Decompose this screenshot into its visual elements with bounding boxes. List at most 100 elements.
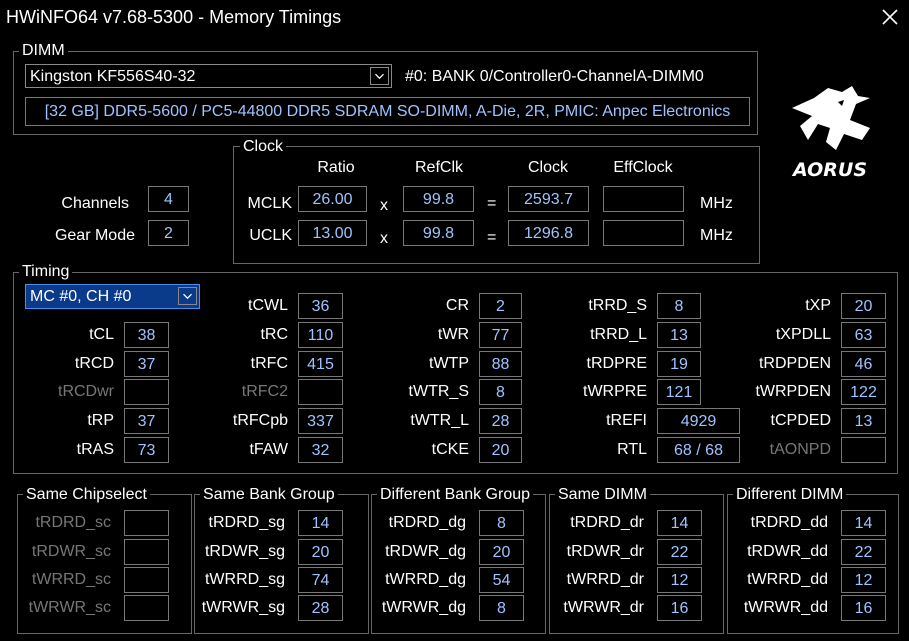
- trp-value: 37: [124, 408, 169, 434]
- tcl-value: 38: [124, 322, 169, 348]
- trcdwr-label: tRCDwr: [58, 383, 114, 400]
- gear-mode-label: Gear Mode: [54, 227, 135, 244]
- trc-value: 110: [298, 322, 343, 348]
- channel-select[interactable]: MC #0, CH #0: [25, 284, 200, 309]
- trcdwr-value: [124, 379, 169, 405]
- twrpre-label: tWRPRE: [583, 383, 647, 400]
- tcpded-value: 13: [841, 408, 886, 434]
- trdwr-sg-label: tRDWR_sg: [204, 543, 285, 560]
- trdpden-value: 46: [841, 351, 886, 377]
- txp-value: 20: [841, 293, 886, 319]
- trdwr-dd-label: tRDWR_dd: [747, 543, 828, 560]
- twrrd-dd-label: tWRRD_dd: [747, 571, 828, 588]
- twtr-s-label: tWTR_S: [408, 383, 469, 400]
- tcke-value: 20: [479, 437, 522, 463]
- txpdll-value: 63: [841, 322, 886, 348]
- trdrd-sg-value: 14: [298, 510, 343, 536]
- uclk-equals: =: [487, 229, 497, 246]
- twrrd-dd-value: 12: [841, 567, 886, 593]
- trdrd-sg-label: tRDRD_sg: [208, 514, 285, 531]
- trrd-l-label: tRRD_L: [590, 326, 647, 343]
- dimm-module-value: Kingston KF556S40-32: [30, 68, 196, 85]
- same-chipselect-group-label: Same Chipselect: [23, 486, 150, 504]
- twrwr-dg-value: 8: [479, 595, 524, 621]
- txpdll-label: tXPDLL: [775, 326, 831, 343]
- twrwr-dg-label: tWRWR_dg: [381, 599, 466, 616]
- trdwr-dr-value: 22: [657, 539, 702, 565]
- tras-label: tRAS: [76, 441, 114, 458]
- mclk-ratio: 26.00: [298, 186, 367, 212]
- tcwl-value: 36: [298, 293, 343, 319]
- tras-value: 73: [124, 437, 169, 463]
- mclk-equals: =: [487, 195, 497, 212]
- channel-select-value: MC #0, CH #0: [30, 288, 132, 305]
- gear-mode-value: 2: [148, 220, 189, 246]
- trdrd-sc-value: [124, 510, 169, 536]
- rtl-value: 68 / 68: [657, 437, 740, 463]
- trdrd-dd-value: 14: [841, 510, 886, 536]
- channels-label: Channels: [61, 195, 129, 212]
- trdwr-sg-value: 20: [298, 539, 343, 565]
- effclock-header: EffClock: [613, 159, 673, 176]
- dimm-location: #0: BANK 0/Controller0-ChannelA-DIMM0: [405, 68, 704, 85]
- dimm-module-select[interactable]: Kingston KF556S40-32: [25, 64, 392, 88]
- trdrd-sc-label: tRDRD_sc: [35, 514, 111, 531]
- twtr-l-label: tWTR_L: [410, 412, 469, 429]
- twr-value: 77: [479, 322, 522, 348]
- aorus-logo: AORUS: [791, 86, 870, 181]
- uclk-unit: MHz: [700, 227, 733, 244]
- twtr-s-value: 8: [479, 379, 522, 405]
- twrwr-dr-label: tWRWR_dr: [563, 599, 644, 616]
- twrrd-dg-label: tWRRD_dg: [385, 571, 466, 588]
- mclk-label: MCLK: [247, 195, 292, 212]
- uclk-label: UCLK: [249, 227, 292, 244]
- tfaw-value: 32: [298, 437, 343, 463]
- uclk-refclk: 99.8: [403, 220, 474, 246]
- twrwr-sc-value: [124, 595, 169, 621]
- twrpre-value: 121: [657, 379, 701, 405]
- trcd-value: 37: [124, 351, 169, 377]
- twrpden-label: tWRPDEN: [755, 383, 831, 400]
- trfcpb-value: 337: [298, 408, 343, 434]
- mclk-effclock: [603, 186, 684, 212]
- twr-label: tWR: [437, 326, 469, 343]
- uclk-effclock: [603, 220, 684, 246]
- taonpd-value: [841, 437, 886, 463]
- twrwr-sg-label: tWRWR_sg: [201, 599, 285, 616]
- trfc2-value: [298, 379, 343, 405]
- trdpre-label: tRDPRE: [586, 355, 647, 372]
- close-icon[interactable]: [879, 6, 901, 28]
- trdwr-dg-value: 20: [479, 539, 524, 565]
- twtp-label: tWTP: [429, 355, 469, 372]
- mclk-clock: 2593.7: [508, 186, 589, 212]
- trcd-label: tRCD: [74, 355, 114, 372]
- tfaw-label: tFAW: [249, 441, 288, 458]
- trdrd-dg-value: 8: [479, 510, 524, 536]
- twrwr-dd-label: tWRWR_dd: [743, 599, 828, 616]
- different-dimm-group-label: Different DIMM: [733, 486, 847, 504]
- trfc-label: tRFC: [250, 355, 288, 372]
- trrd-s-label: tRRD_S: [588, 297, 647, 314]
- trfcpb-label: tRFCpb: [232, 412, 288, 429]
- twrwr-sc-label: tWRWR_sc: [28, 599, 111, 616]
- chevron-down-icon[interactable]: [178, 287, 197, 305]
- twrrd-sg-label: tWRRD_sg: [204, 571, 285, 588]
- twtr-l-value: 28: [479, 408, 522, 434]
- twrrd-sg-value: 74: [298, 567, 343, 593]
- mclk-refclk: 99.8: [403, 186, 474, 212]
- trdpre-value: 19: [657, 351, 701, 377]
- window-title: HWiNFO64 v7.68-5300 - Memory Timings: [6, 7, 342, 27]
- trdwr-dd-value: 22: [841, 539, 886, 565]
- logo-text: AORUS: [791, 159, 867, 181]
- clock-header: Clock: [527, 159, 568, 176]
- trp-label: tRP: [87, 412, 114, 429]
- twrwr-sg-value: 28: [298, 595, 343, 621]
- chevron-down-icon[interactable]: [370, 67, 389, 85]
- trrd-s-value: 8: [657, 293, 701, 319]
- channels-value: 4: [148, 186, 189, 212]
- mclk-unit: MHz: [700, 195, 733, 212]
- rtl-label: RTL: [617, 441, 647, 458]
- trdrd-dd-label: tRDRD_dd: [750, 514, 828, 531]
- twrrd-sc-value: [124, 567, 169, 593]
- tcke-label: tCKE: [431, 441, 469, 458]
